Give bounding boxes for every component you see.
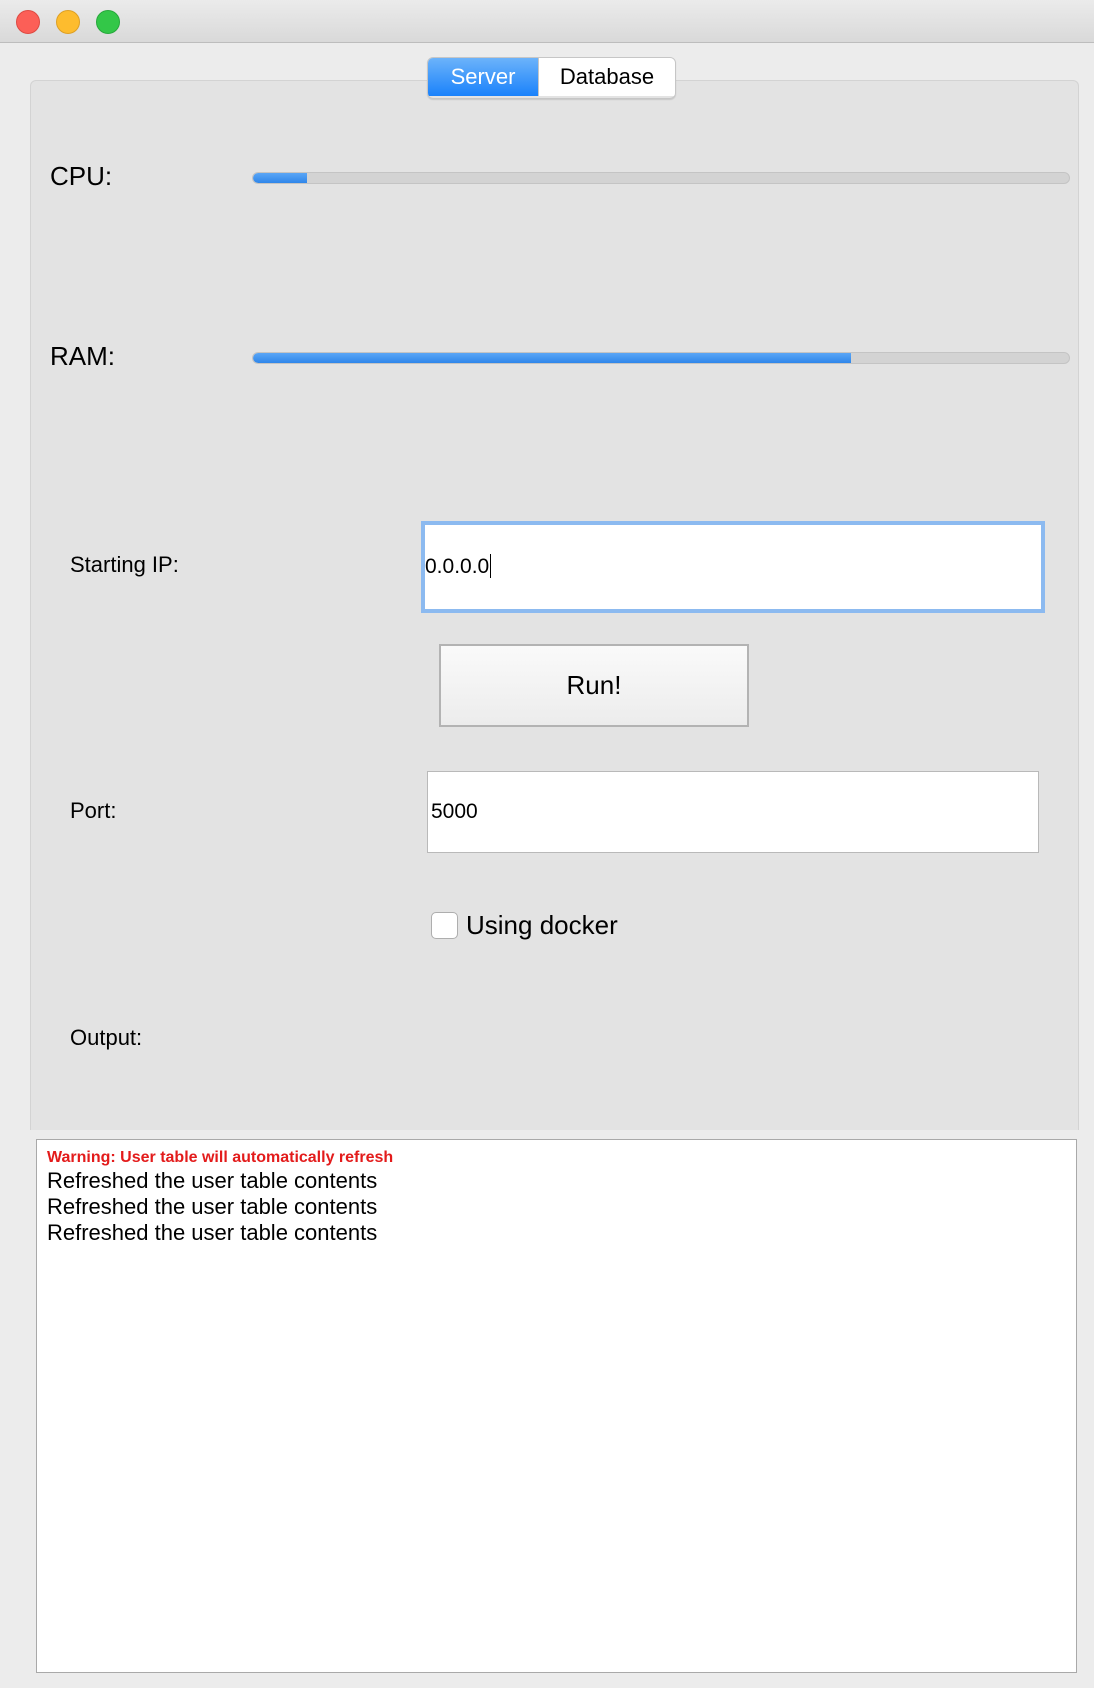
maximize-window-button[interactable]: [96, 10, 120, 34]
port-input[interactable]: 5000: [427, 771, 1039, 853]
using-docker-label[interactable]: Using docker: [466, 910, 618, 941]
output-label: Output:: [70, 1025, 143, 1050]
close-window-button[interactable]: [16, 10, 40, 34]
output-line: Refreshed the user table contents: [47, 1168, 378, 1193]
window-titlebar: [0, 0, 1094, 43]
cpu-progress-fill: [253, 173, 307, 183]
cpu-label: CPU:: [50, 161, 113, 191]
output-warning: Warning: User table will automatically r…: [47, 1149, 394, 1166]
ram-label: RAM:: [50, 341, 115, 371]
cpu-progress-bar: [252, 172, 1070, 184]
minimize-window-button[interactable]: [56, 10, 80, 34]
run-button[interactable]: Run!: [439, 644, 749, 727]
starting-ip-value: 0.0.0.0: [425, 555, 490, 578]
output-log[interactable]: Warning: User table will automatically r…: [36, 1139, 1077, 1673]
text-caret: [490, 554, 492, 578]
port-label: Port:: [70, 798, 117, 823]
starting-ip-label: Starting IP:: [70, 552, 179, 577]
ram-progress-bar: [252, 352, 1070, 364]
tab-server[interactable]: Server: [428, 58, 538, 96]
port-value: 5000: [431, 800, 478, 823]
ram-progress-fill: [253, 353, 852, 363]
output-line: Refreshed the user table contents: [47, 1194, 378, 1219]
starting-ip-input[interactable]: 0.0.0.0: [421, 521, 1045, 613]
using-docker-checkbox[interactable]: [431, 912, 458, 939]
output-line: Refreshed the user table contents: [47, 1220, 378, 1245]
tab-database[interactable]: Database: [538, 58, 675, 96]
tab-bar: Server Database: [427, 57, 676, 99]
